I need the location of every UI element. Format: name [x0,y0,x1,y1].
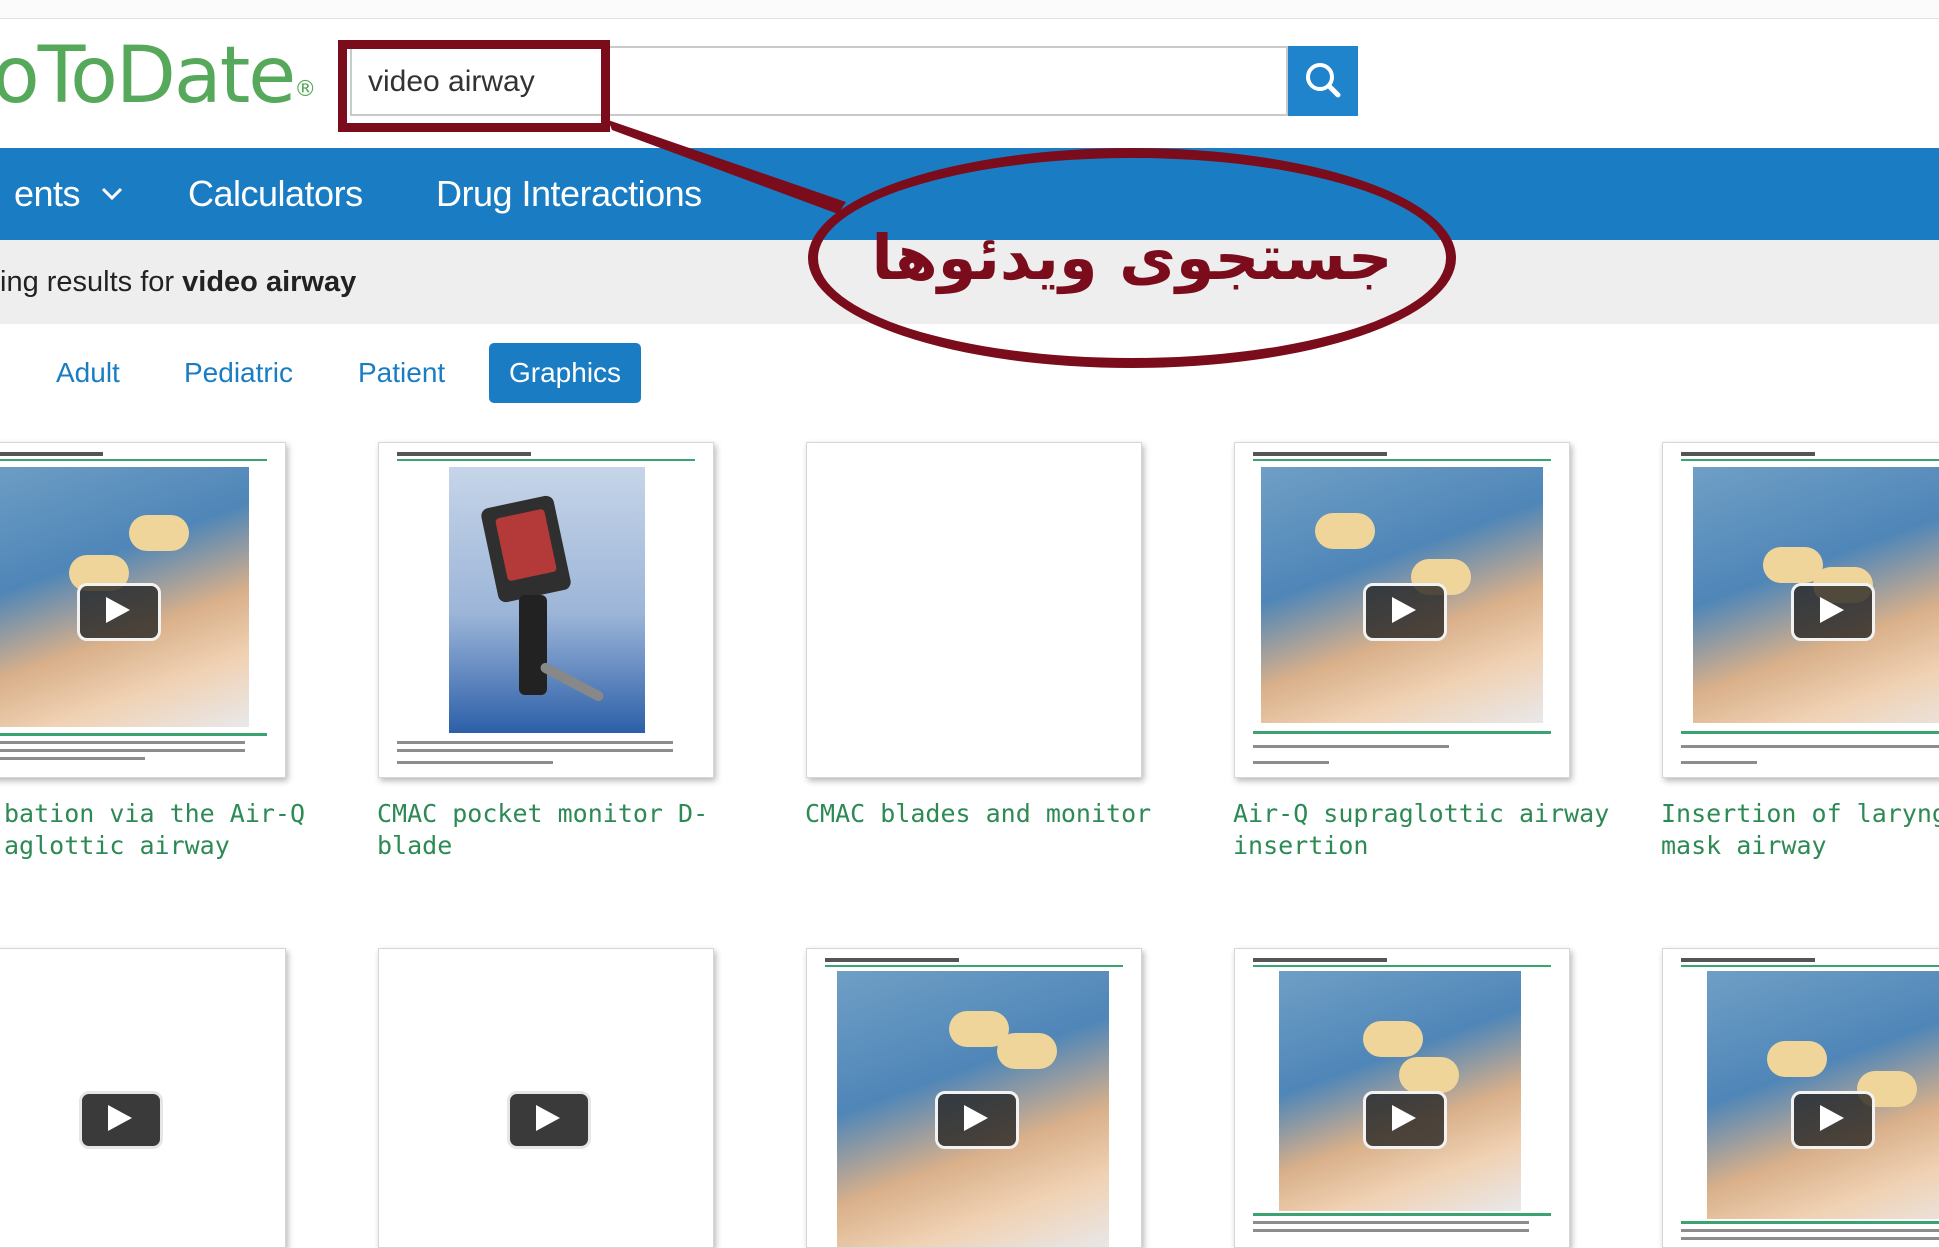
annotation-label: جستجوی ویدئوها [871,221,1393,294]
